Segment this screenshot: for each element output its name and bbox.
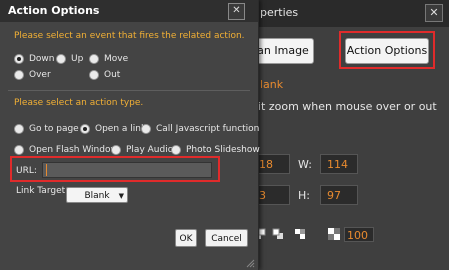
zoom-description: it zoom when mouse over or out — [258, 100, 437, 113]
event-radio-move[interactable]: Move — [89, 54, 128, 64]
link-target-label: Link Target: — [16, 186, 69, 196]
opacity-input[interactable]: 100 — [344, 227, 374, 242]
resize-grip-icon[interactable] — [245, 258, 255, 268]
action-radio-call-javascript[interactable]: Call Javascript function — [141, 124, 259, 134]
action-label: Open a link — [95, 124, 147, 134]
ok-button[interactable]: OK — [175, 229, 197, 247]
link-target-select[interactable]: Blank ▼ — [66, 187, 128, 203]
radio-icon[interactable] — [89, 54, 99, 64]
action-label: Photo Slideshow — [186, 145, 260, 155]
radio-icon[interactable] — [56, 54, 66, 64]
action-radio-photo-slideshow[interactable]: Photo Slideshow — [171, 145, 260, 155]
cancel-button[interactable]: Cancel — [205, 229, 248, 247]
dialog-titlebar: Action Options ✕ — [0, 0, 258, 22]
action-radio-open-flash-window[interactable]: Open Flash Window — [14, 145, 118, 155]
arrange-icon[interactable] — [294, 228, 306, 240]
h-label: H: — [298, 189, 310, 202]
image-button[interactable]: an Image — [252, 38, 314, 64]
action-label: Go to page — [29, 124, 79, 134]
radio-icon[interactable] — [89, 70, 99, 80]
opacity-icon — [328, 228, 340, 240]
action-label: Open Flash Window — [29, 145, 118, 155]
action-radio-go-to-page[interactable]: Go to page — [14, 124, 79, 134]
radio-icon[interactable] — [14, 70, 24, 80]
w-input[interactable]: 114 — [320, 154, 358, 174]
event-label: Move — [104, 54, 129, 64]
radio-icon[interactable] — [14, 124, 24, 134]
dialog-close-button[interactable]: ✕ — [228, 3, 245, 20]
action-prompt: Please select an action type. — [14, 98, 144, 108]
properties-window: perties ✕ an Image Action Options lank i… — [248, 0, 449, 270]
properties-titlebar: perties ✕ — [248, 0, 449, 27]
section-divider — [8, 90, 250, 91]
w-label: W: — [298, 158, 312, 171]
event-prompt: Please select an event that fires the re… — [14, 31, 245, 41]
action-options-highlight — [339, 31, 435, 69]
dialog-title: Action Options — [8, 4, 100, 17]
link-target-text: lank — [260, 78, 284, 91]
action-radio-open-link[interactable]: Open a link — [80, 124, 146, 134]
link-target-value: Blank — [84, 191, 110, 201]
radio-icon[interactable] — [14, 145, 24, 155]
action-options-dialog: Action Options ✕ Please select an event … — [0, 0, 260, 270]
h-input[interactable]: 97 — [320, 185, 358, 205]
radio-icon[interactable] — [141, 124, 151, 134]
send-backward-icon[interactable] — [272, 228, 284, 240]
event-radio-out[interactable]: Out — [89, 70, 120, 80]
event-label: Down — [29, 54, 55, 64]
event-radio-over[interactable]: Over — [14, 70, 51, 80]
action-label: Play Audio — [126, 145, 174, 155]
action-radio-play-audio[interactable]: Play Audio — [111, 145, 173, 155]
radio-icon[interactable] — [111, 145, 121, 155]
action-label: Call Javascript function — [156, 124, 260, 134]
radio-icon[interactable] — [80, 124, 90, 134]
event-radio-up[interactable]: Up — [56, 54, 83, 64]
radio-icon[interactable] — [14, 54, 24, 64]
radio-icon[interactable] — [171, 145, 181, 155]
properties-close-button[interactable]: ✕ — [425, 4, 443, 22]
event-label: Over — [29, 70, 51, 80]
event-label: Up — [71, 54, 84, 64]
event-radio-down[interactable]: Down — [14, 54, 55, 64]
event-label: Out — [104, 70, 121, 80]
url-highlight — [10, 156, 220, 182]
properties-title: perties — [260, 6, 299, 19]
chevron-down-icon: ▼ — [118, 192, 124, 200]
